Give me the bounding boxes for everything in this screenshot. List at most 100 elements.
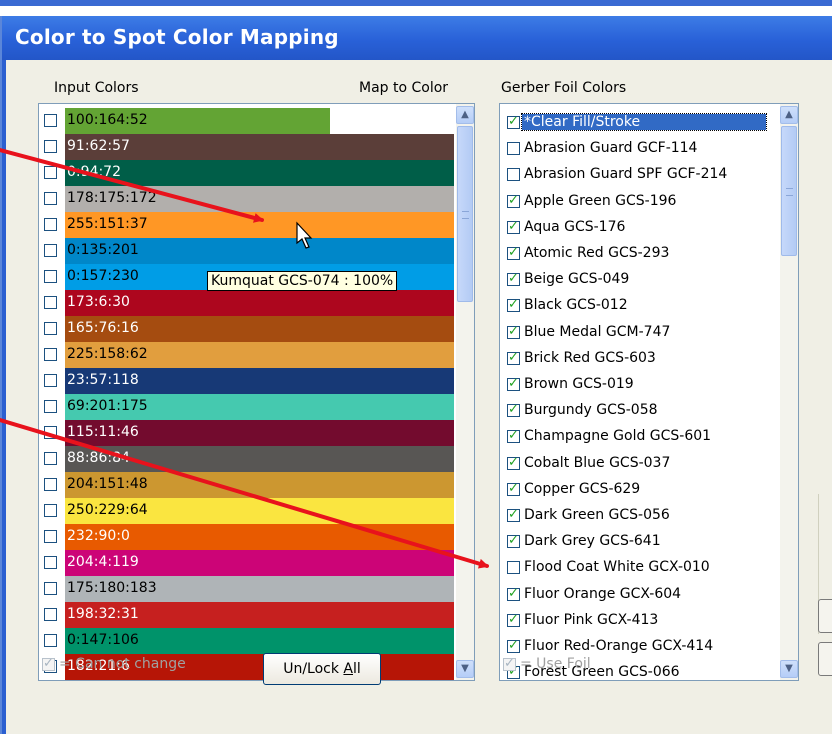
foil-color-row[interactable]: Abrasion Guard SPF GCF-214 xyxy=(500,162,770,188)
offscreen-button[interactable] xyxy=(818,599,832,633)
use-foil-checkbox[interactable] xyxy=(507,193,520,208)
use-foil-checkbox[interactable] xyxy=(507,324,520,339)
foil-color-row[interactable]: Dark Green GCS-056 xyxy=(500,503,770,529)
input-color-row[interactable]: 175:180:183 xyxy=(39,576,454,602)
lock-checkbox[interactable] xyxy=(44,400,57,413)
input-color-row[interactable]: 250:229:64 xyxy=(39,498,454,524)
input-color-row[interactable]: 0:147:106 xyxy=(39,628,454,654)
lock-checkbox[interactable] xyxy=(44,374,57,387)
foil-colors-list[interactable]: *Clear Fill/Stroke Abrasion Guard GCF-114… xyxy=(499,103,799,681)
input-color-row[interactable]: 88:86:84 xyxy=(39,446,454,472)
lock-checkbox[interactable] xyxy=(44,348,57,361)
input-color-row[interactable]: 204:4:119 xyxy=(39,550,454,576)
scroll-up-icon[interactable]: ▲ xyxy=(780,106,798,124)
foil-list-scroll-thumb[interactable] xyxy=(781,126,797,256)
lock-checkbox[interactable] xyxy=(44,426,57,439)
use-foil-checkbox[interactable] xyxy=(507,533,520,549)
lock-checkbox[interactable] xyxy=(44,270,57,283)
lock-checkbox[interactable] xyxy=(44,608,57,621)
use-foil-checkbox[interactable] xyxy=(507,350,520,365)
title-bar[interactable]: Color to Spot Color Mapping xyxy=(2,16,832,60)
foil-color-row[interactable]: Fluor Pink GCX-413 xyxy=(500,608,770,634)
foil-color-row[interactable]: Burgundy GCS-058 xyxy=(500,398,770,424)
foil-color-row[interactable]: Dark Grey GCS-641 xyxy=(500,529,770,555)
lock-checkbox[interactable] xyxy=(44,530,57,543)
input-color-row[interactable]: 232:90:0 xyxy=(39,524,454,550)
lock-checkbox[interactable] xyxy=(44,140,57,153)
use-foil-checkbox[interactable] xyxy=(507,402,520,418)
input-color-row[interactable]: 198:32:31 xyxy=(39,602,454,628)
input-color-row[interactable]: 0:94:72 xyxy=(39,160,454,186)
foil-color-row[interactable]: Black GCS-012 xyxy=(500,293,770,319)
use-foil-checkbox[interactable] xyxy=(507,455,520,470)
foil-color-row[interactable]: Brown GCS-019 xyxy=(500,372,770,398)
scroll-down-icon[interactable]: ▼ xyxy=(456,660,474,678)
input-color-row[interactable]: 173:6:30 xyxy=(39,290,454,316)
use-foil-checkbox[interactable] xyxy=(507,219,520,234)
lock-checkbox[interactable] xyxy=(44,452,57,465)
lock-checkbox[interactable] xyxy=(44,296,57,309)
lock-checkbox[interactable] xyxy=(44,244,57,257)
use-foil-checkbox[interactable] xyxy=(507,507,520,522)
foil-color-label: Abrasion Guard GCF-114 xyxy=(524,140,698,157)
use-foil-checkbox[interactable] xyxy=(507,142,520,156)
lock-checkbox[interactable] xyxy=(44,192,57,205)
use-foil-checkbox[interactable] xyxy=(507,245,520,260)
background-window-bar xyxy=(0,0,832,6)
input-color-row[interactable]: 115:11:46 xyxy=(39,420,454,446)
input-colors-list[interactable]: 100:164:52 91:62:57 0:94:72 178:175:172 255:… xyxy=(38,103,475,681)
use-foil-checkbox[interactable] xyxy=(507,376,520,391)
input-color-row[interactable]: 225:158:62 xyxy=(39,342,454,368)
input-color-row[interactable]: 0:135:201 xyxy=(39,238,454,264)
use-foil-checkbox[interactable] xyxy=(507,561,520,575)
color-swatch xyxy=(65,160,454,186)
input-color-row[interactable]: 165:76:16 xyxy=(39,316,454,342)
lock-checkbox[interactable] xyxy=(44,114,57,127)
foil-color-row[interactable]: Champagne Gold GCS-601 xyxy=(500,424,770,450)
input-color-row[interactable]: 69:201:175 xyxy=(39,394,454,420)
input-color-row[interactable]: 204:151:48 xyxy=(39,472,454,498)
lock-checkbox[interactable] xyxy=(44,556,57,569)
use-foil-checkbox[interactable] xyxy=(507,168,520,182)
scroll-up-icon[interactable]: ▲ xyxy=(456,106,474,124)
scroll-down-icon[interactable]: ▼ xyxy=(780,660,798,678)
foil-color-row[interactable]: Brick Red GCS-603 xyxy=(500,346,770,372)
use-foil-checkbox[interactable] xyxy=(507,638,520,653)
foil-color-label: Black GCS-012 xyxy=(524,297,628,314)
input-list-scroll-thumb[interactable] xyxy=(457,126,473,302)
input-color-row[interactable]: 91:62:57 xyxy=(39,134,454,160)
lock-checkbox[interactable] xyxy=(44,478,57,491)
unlock-all-button[interactable]: Un/Lock All xyxy=(263,653,381,685)
use-foil-checkbox[interactable] xyxy=(507,297,520,313)
input-color-row[interactable]: 100:164:52 xyxy=(39,108,454,134)
foil-color-row[interactable]: Aqua GCS-176 xyxy=(500,215,770,241)
foil-color-row[interactable]: Apple Green GCS-196 xyxy=(500,189,770,215)
lock-checkbox[interactable] xyxy=(44,166,57,179)
input-color-row[interactable]: 255:151:37 xyxy=(39,212,454,238)
foil-list-scrollbar[interactable]: ▲ ▼ xyxy=(780,104,798,680)
use-foil-checkbox[interactable] xyxy=(507,271,520,287)
use-foil-checkbox[interactable] xyxy=(507,481,520,496)
foil-color-row[interactable]: Abrasion Guard GCF-114 xyxy=(500,136,770,162)
use-foil-checkbox[interactable] xyxy=(507,612,520,627)
use-foil-checkbox[interactable] xyxy=(507,428,520,444)
input-color-row[interactable]: 23:57:118 xyxy=(39,368,454,394)
lock-checkbox[interactable] xyxy=(44,218,57,231)
use-foil-checkbox[interactable] xyxy=(507,114,520,129)
foil-color-row[interactable]: *Clear Fill/Stroke xyxy=(500,110,770,136)
lock-checkbox[interactable] xyxy=(44,504,57,517)
lock-checkbox[interactable] xyxy=(44,322,57,335)
lock-checkbox[interactable] xyxy=(44,634,57,647)
foil-color-row[interactable]: Atomic Red GCS-293 xyxy=(500,241,770,267)
offscreen-button[interactable] xyxy=(818,642,832,676)
input-list-scrollbar[interactable]: ▲ ▼ xyxy=(456,104,474,680)
foil-color-row[interactable]: Copper GCS-629 xyxy=(500,477,770,503)
foil-color-row[interactable]: Beige GCS-049 xyxy=(500,267,770,293)
foil-color-row[interactable]: Fluor Orange GCX-604 xyxy=(500,582,770,608)
input-color-row[interactable]: 178:175:172 xyxy=(39,186,454,212)
lock-checkbox[interactable] xyxy=(44,582,57,595)
foil-color-row[interactable]: Blue Medal GCM-747 xyxy=(500,320,770,346)
foil-color-row[interactable]: Flood Coat White GCX-010 xyxy=(500,555,770,581)
foil-color-row[interactable]: Cobalt Blue GCS-037 xyxy=(500,451,770,477)
use-foil-checkbox[interactable] xyxy=(507,586,520,601)
